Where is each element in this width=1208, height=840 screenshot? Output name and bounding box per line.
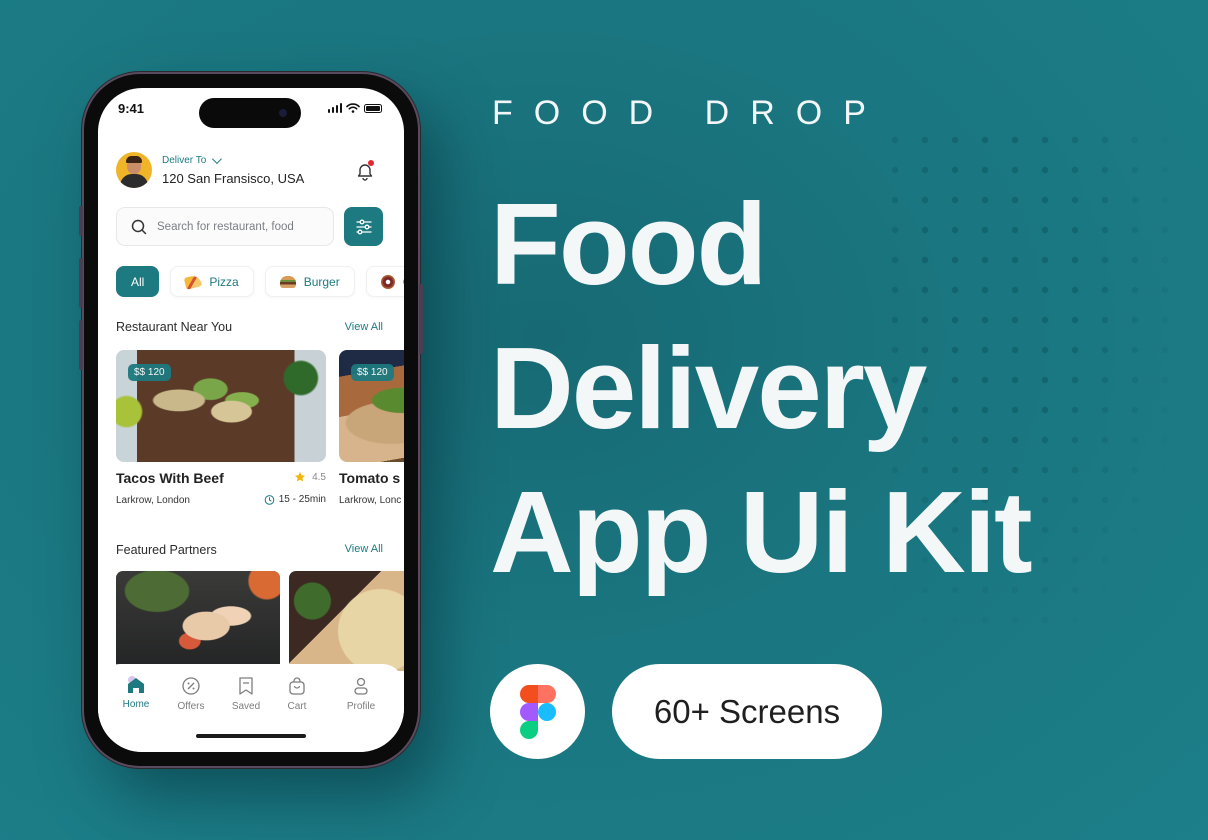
figma-icon bbox=[519, 684, 556, 739]
tab-label: Saved bbox=[231, 701, 261, 712]
section-title-nearby: Restaurant Near You bbox=[116, 320, 233, 334]
price-badge: $$ 120 bbox=[128, 364, 171, 381]
restaurant-name: Tomato s bbox=[339, 470, 401, 486]
view-all-featured-link[interactable]: View All bbox=[345, 543, 383, 555]
rating-value: 4.5 bbox=[312, 471, 326, 483]
deliver-to-label: Deliver To bbox=[162, 155, 207, 166]
chip-label: Burger bbox=[303, 274, 340, 289]
headline-line: Delivery bbox=[490, 323, 927, 453]
avatar[interactable] bbox=[116, 152, 152, 188]
tab-profile[interactable]: Profile bbox=[331, 676, 391, 712]
partner-card-image[interactable] bbox=[116, 571, 280, 671]
bottom-tab-bar: Home Offers Saved Cart Profile bbox=[98, 664, 404, 752]
tab-cart[interactable]: Cart bbox=[267, 676, 327, 712]
home-icon bbox=[128, 676, 144, 693]
headline-line: Food bbox=[490, 179, 767, 309]
restaurant-location: Larkrow, Lonc bbox=[339, 495, 402, 506]
discount-icon bbox=[182, 677, 200, 695]
filter-button[interactable] bbox=[344, 207, 383, 246]
dynamic-island bbox=[199, 98, 301, 128]
headline: Food Delivery App Ui Kit bbox=[490, 172, 1033, 604]
battery-icon bbox=[364, 104, 382, 113]
search-bar[interactable] bbox=[116, 207, 334, 246]
bag-icon bbox=[289, 677, 305, 695]
notification-dot bbox=[368, 160, 374, 166]
figma-badge bbox=[490, 664, 585, 759]
delivery-address[interactable]: 120 San Fransisco, USA bbox=[162, 171, 304, 186]
volume-down-button bbox=[79, 320, 83, 370]
brand-name: FOOD DROP bbox=[492, 94, 887, 132]
action-button bbox=[79, 206, 83, 236]
donut-icon bbox=[380, 274, 395, 289]
restaurant-card[interactable]: $$ 120 Tomato s Larkrow, Lonc bbox=[339, 350, 404, 506]
user-icon bbox=[354, 677, 368, 695]
tab-label: Cart bbox=[287, 701, 307, 712]
delivery-time: 15 - 25min bbox=[264, 494, 326, 505]
chip-donut[interactable]: C bbox=[365, 266, 404, 297]
restaurant-name: Tacos With Beef bbox=[116, 470, 224, 486]
search-input[interactable] bbox=[157, 220, 317, 233]
tab-home[interactable]: Home bbox=[106, 676, 166, 710]
category-chips: All Pizza Burger C bbox=[116, 266, 404, 297]
price-badge: $$ 120 bbox=[351, 364, 394, 381]
deliver-to-dropdown[interactable]: Deliver To bbox=[162, 154, 223, 166]
tab-offers[interactable]: Offers bbox=[161, 676, 221, 712]
status-time: 9:41 bbox=[118, 101, 145, 116]
phone-mockup: 9:41 Deliver To 120 San Fransisco, USA S… bbox=[79, 74, 423, 766]
wifi-icon bbox=[346, 103, 360, 113]
tab-label: Profile bbox=[346, 701, 376, 712]
chip-all[interactable]: All bbox=[116, 266, 160, 297]
chip-burger[interactable]: Burger bbox=[264, 266, 355, 297]
burger-icon bbox=[279, 275, 296, 288]
headline-line: App Ui Kit bbox=[490, 467, 1033, 597]
power-button bbox=[419, 284, 423, 354]
restaurant-location: Larkrow, London bbox=[116, 495, 190, 506]
sliders-icon bbox=[355, 219, 372, 234]
chip-label: All bbox=[131, 274, 145, 289]
partner-card-image[interactable] bbox=[289, 571, 404, 671]
phone-screen: 9:41 Deliver To 120 San Fransisco, USA S… bbox=[98, 88, 404, 752]
rating: 4.5 bbox=[294, 471, 326, 483]
restaurant-image: $$ 120 bbox=[339, 350, 404, 462]
view-all-nearby-link[interactable]: View All bbox=[345, 321, 383, 333]
status-icons bbox=[327, 103, 382, 113]
tab-label: Offers bbox=[177, 701, 205, 712]
home-indicator[interactable] bbox=[196, 734, 306, 738]
restaurant-image: $$ 120 bbox=[116, 350, 326, 462]
tab-label: Home bbox=[122, 699, 150, 710]
screens-count-badge: 60+ Screens bbox=[612, 664, 882, 759]
volume-up-button bbox=[79, 258, 83, 308]
search-icon bbox=[131, 219, 147, 234]
chevron-down-icon bbox=[212, 154, 223, 165]
clock-icon bbox=[264, 495, 275, 505]
delivery-time-value: 15 - 25min bbox=[278, 494, 326, 505]
chip-pizza[interactable]: Pizza bbox=[170, 266, 254, 297]
bookmark-icon bbox=[239, 677, 253, 695]
star-icon bbox=[295, 472, 306, 482]
section-title-featured: Featured Partners bbox=[116, 543, 217, 557]
restaurant-card[interactable]: $$ 120 Tacos With Beef 4.5 Larkrow, Lond… bbox=[116, 350, 326, 506]
pizza-icon bbox=[184, 273, 203, 290]
chip-label: Pizza bbox=[209, 274, 239, 289]
chip-label: C bbox=[403, 275, 404, 289]
signal-icon bbox=[327, 103, 342, 113]
